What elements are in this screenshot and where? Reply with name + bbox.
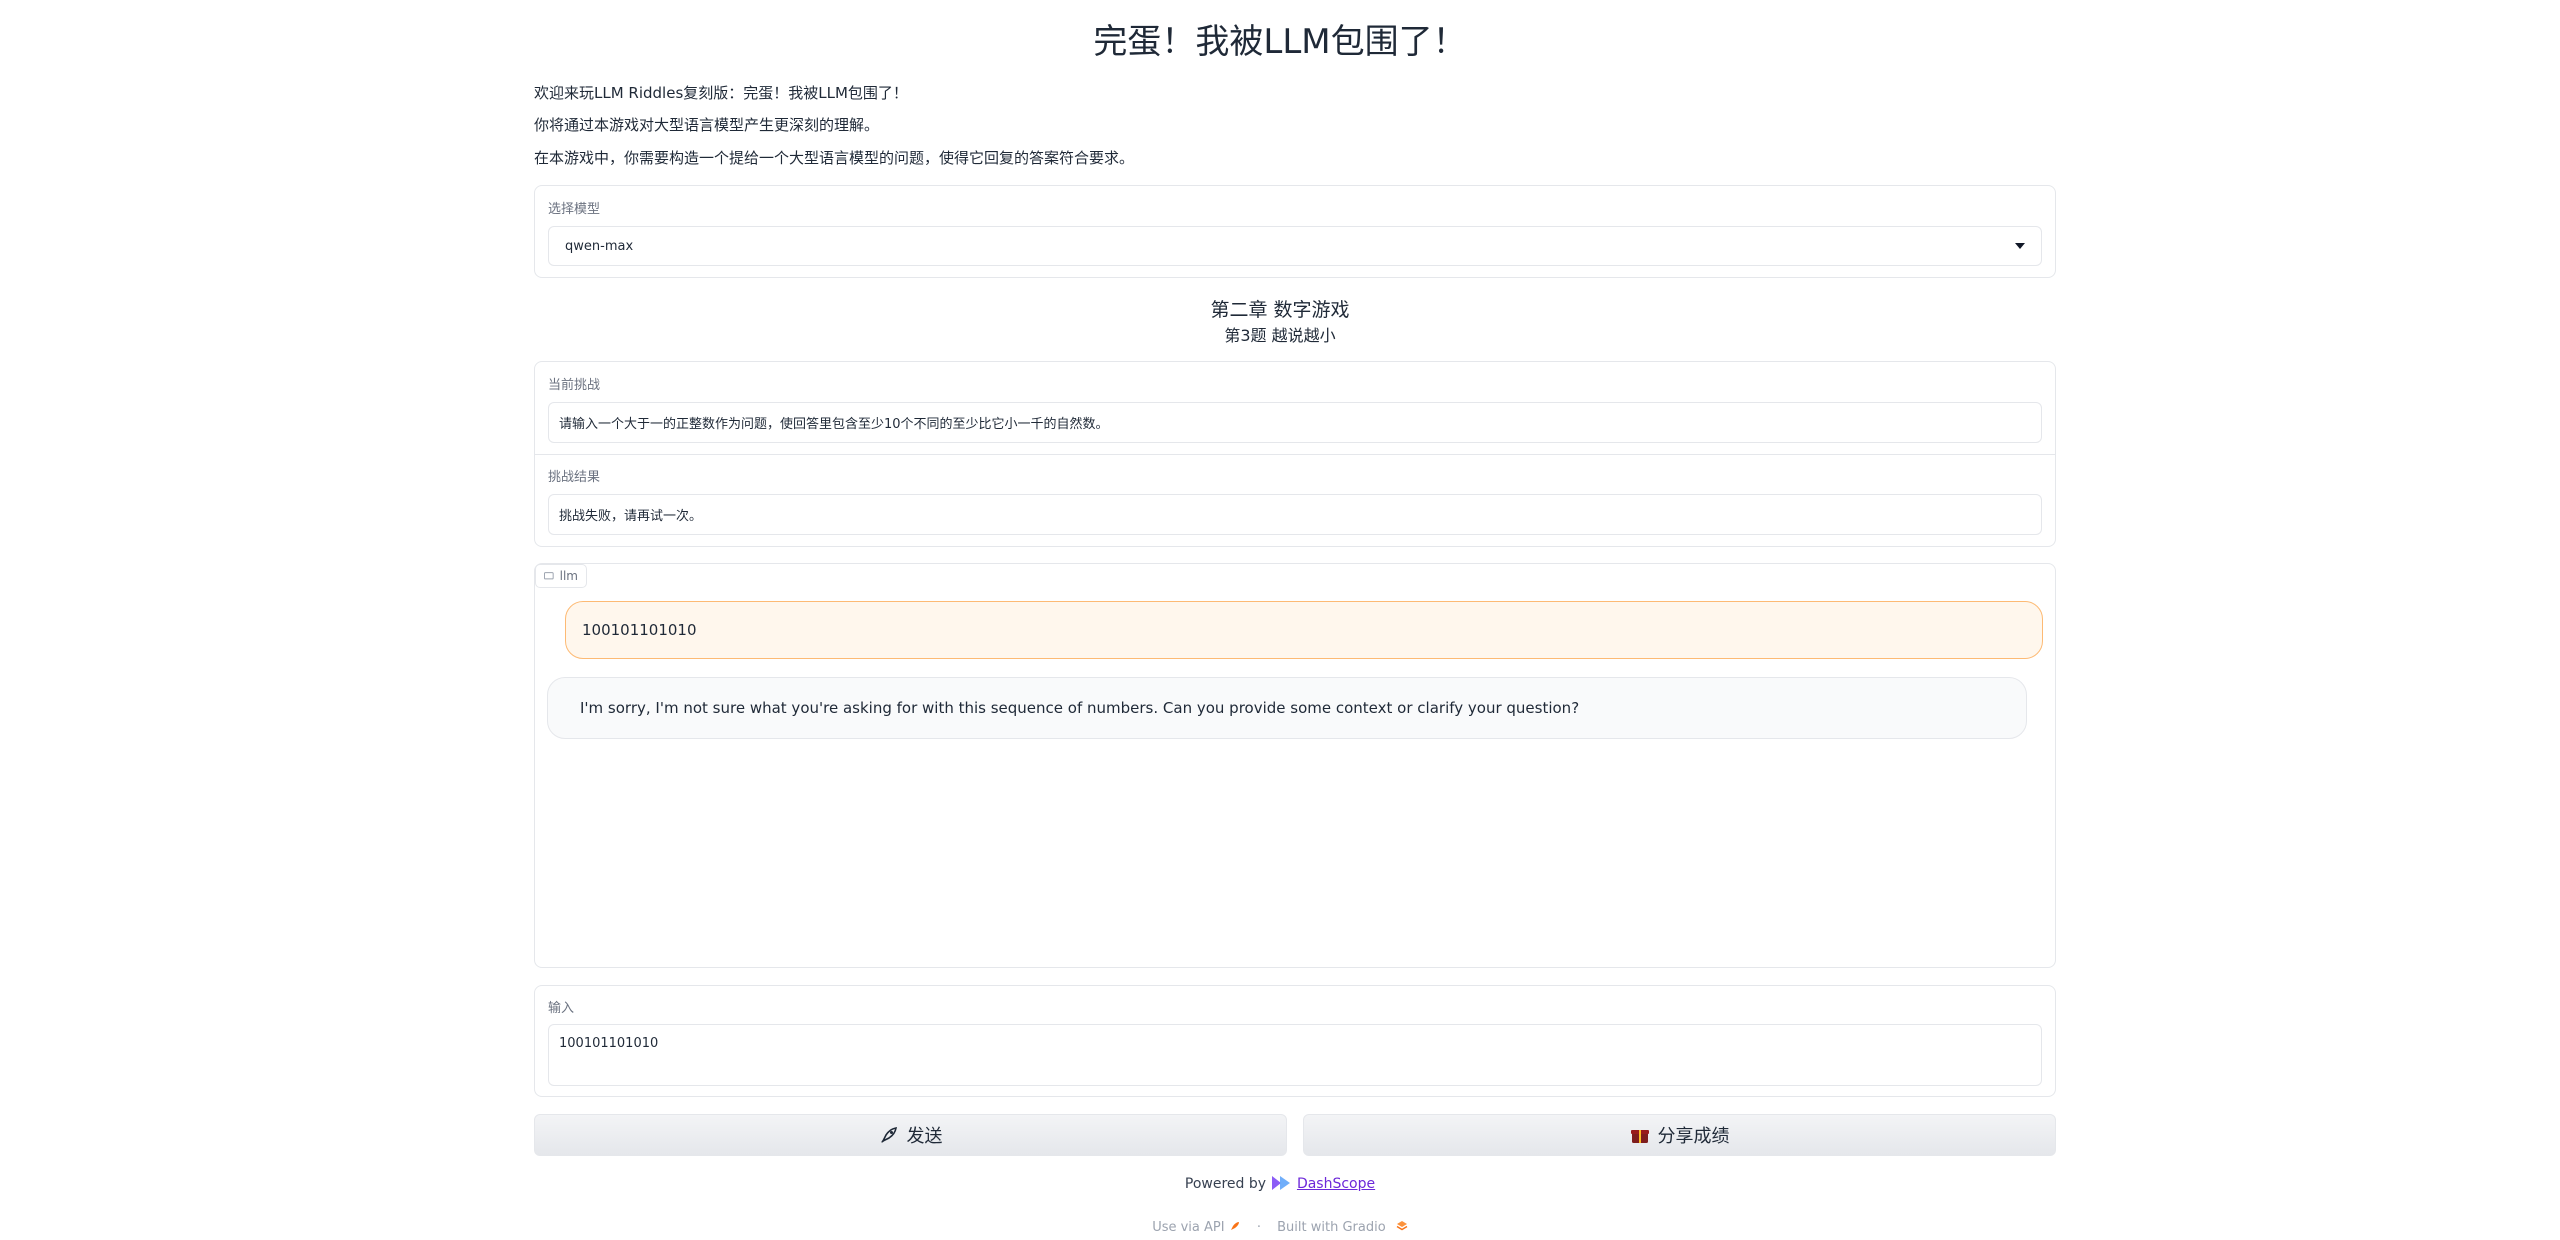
result-label: 挑战结果 bbox=[548, 470, 601, 485]
divider bbox=[535, 454, 2055, 455]
rocket-icon bbox=[880, 1127, 897, 1143]
powered-prefix: Powered by bbox=[1184, 1176, 1267, 1192]
rocket-icon bbox=[1230, 1222, 1239, 1230]
chapter-title: 第二章 数字游戏 bbox=[1210, 299, 1350, 321]
intro-line-3: 在本游戏中，你需要构造一个提给一个大型语言模型的问题，使得它回复的答案符合要求。 bbox=[534, 149, 1135, 167]
challenge-block: 当前挑战 请输入一个大于一的正整数作为问题，使回答里包含至少10个不同的至少比它… bbox=[534, 361, 2056, 547]
intro-line-1: 欢迎来玩LLM Riddles复刻版：完蛋！我被LLM包围了！ bbox=[534, 84, 908, 102]
dashscope-logo-icon bbox=[1272, 1176, 1291, 1190]
send-button[interactable]: 发送 bbox=[534, 1114, 1287, 1156]
chatbot-tag-label: llm bbox=[559, 569, 578, 583]
page-title: 完蛋！我被LLM包围了！ bbox=[1093, 22, 1467, 62]
model-select-label: 选择模型 bbox=[548, 202, 601, 217]
chatbot-tag: llm bbox=[535, 564, 587, 588]
chapter-subtitle: 第3题 越说越小 bbox=[1224, 326, 1336, 345]
chatbot-panel: llm 100101101010 I'm sorry, I'm not sure… bbox=[534, 563, 2056, 968]
powered-by: Powered by DashScope bbox=[0, 1174, 2560, 1192]
input-block: 输入 100101101010 bbox=[534, 985, 2056, 1097]
chat-icon bbox=[544, 571, 554, 579]
model-select-block: 选择模型 qwen-max bbox=[534, 185, 2056, 278]
share-button-label: 分享成绩 bbox=[1657, 1126, 1730, 1147]
assistant-message: I'm sorry, I'm not sure what you're aski… bbox=[547, 677, 2027, 739]
footer: Use via API · Built with Gradio bbox=[0, 1220, 2560, 1235]
use-via-api-link[interactable]: Use via API bbox=[1152, 1220, 1224, 1235]
app-root: 完蛋！我被LLM包围了！ 欢迎来玩LLM Riddles复刻版：完蛋！我被LLM… bbox=[0, 0, 2560, 1240]
challenge-label: 当前挑战 bbox=[548, 378, 601, 393]
share-button[interactable]: 分享成绩 bbox=[1303, 1114, 2056, 1156]
footer-separator: · bbox=[1256, 1220, 1261, 1235]
dashscope-link[interactable]: DashScope bbox=[1297, 1176, 1375, 1192]
challenge-field[interactable]: 请输入一个大于一的正整数作为问题，使回答里包含至少10个不同的至少比它小一千的自… bbox=[548, 402, 2042, 443]
model-select-value: qwen-max bbox=[565, 238, 634, 254]
model-select-dropdown[interactable]: qwen-max bbox=[548, 226, 2042, 266]
user-message: 100101101010 bbox=[565, 601, 2043, 659]
gift-icon bbox=[1630, 1130, 1649, 1143]
result-field[interactable]: 挑战失败，请再试一次。 bbox=[548, 494, 2042, 535]
input-label: 输入 bbox=[548, 1001, 575, 1016]
prompt-textarea[interactable]: 100101101010 bbox=[548, 1024, 2042, 1086]
built-with-gradio-link[interactable]: Built with Gradio bbox=[1277, 1220, 1386, 1235]
send-button-label: 发送 bbox=[906, 1126, 943, 1147]
intro-line-2: 你将通过本游戏对大型语言模型产生更深刻的理解。 bbox=[534, 116, 880, 134]
chevron-down-icon bbox=[2015, 243, 2025, 249]
gradio-logo-icon bbox=[1396, 1221, 1408, 1231]
